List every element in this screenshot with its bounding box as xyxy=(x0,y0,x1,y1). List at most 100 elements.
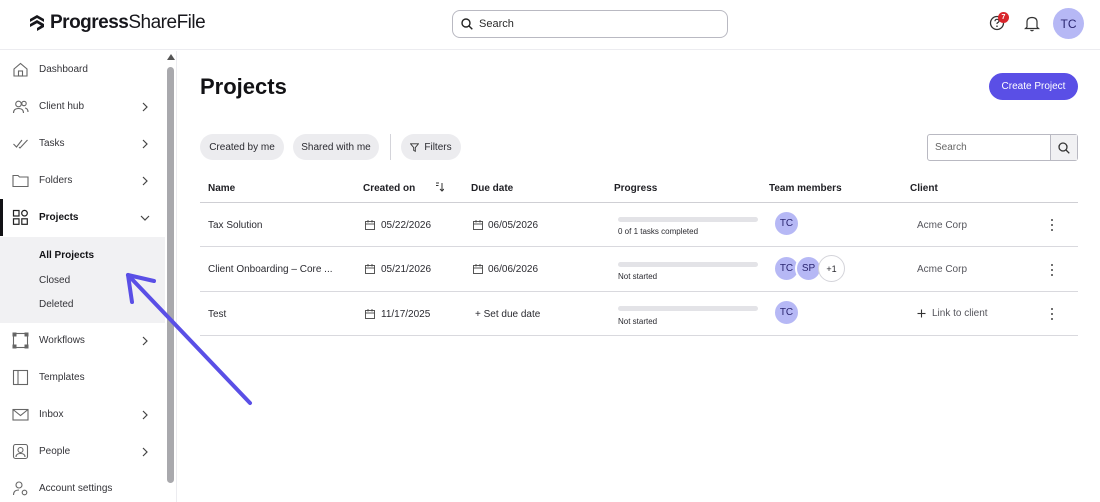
progress-bar xyxy=(618,306,758,311)
calendar-icon xyxy=(365,264,375,274)
sidebar-item-label: Projects xyxy=(39,212,79,223)
sidebar-item-people[interactable]: People xyxy=(0,433,165,470)
calendar-icon xyxy=(473,264,483,274)
sidebar-item-label: Account settings xyxy=(39,483,113,494)
mail-icon xyxy=(12,408,29,421)
submenu-closed[interactable]: Closed xyxy=(39,275,70,286)
workflow-icon xyxy=(12,332,29,349)
sidebar-item-projects[interactable]: Projects xyxy=(0,199,165,236)
chevron-right-icon xyxy=(142,102,148,111)
filters-label: Filters xyxy=(424,141,452,153)
submenu-deleted[interactable]: Deleted xyxy=(39,299,73,310)
bell-icon[interactable] xyxy=(1024,14,1040,32)
calendar-icon xyxy=(365,220,375,230)
projects-icon xyxy=(12,209,28,225)
projects-search-input[interactable] xyxy=(928,135,1050,160)
table-row[interactable]: Client Onboarding – Core ... 05/21/2026 … xyxy=(200,248,1078,292)
team-member-avatar[interactable]: TC xyxy=(773,299,800,326)
annotation-arrow-icon xyxy=(126,273,252,405)
search-icon xyxy=(1058,141,1070,154)
project-name[interactable]: Tax Solution xyxy=(208,220,262,231)
settings-icon xyxy=(12,481,28,496)
filter-divider xyxy=(390,134,391,160)
due-date[interactable]: 06/05/2026 xyxy=(488,220,538,231)
global-search-input[interactable] xyxy=(479,18,699,30)
progress-text: Not started xyxy=(618,272,658,281)
notification-badge: 7 xyxy=(998,12,1009,23)
sidebar-item-client-hub[interactable]: Client hub xyxy=(0,88,165,125)
sidebar-item-account-settings[interactable]: Account settings xyxy=(0,470,165,502)
column-header-created-on[interactable]: Created on xyxy=(363,183,415,194)
link-to-client-label: Link to client xyxy=(932,308,988,319)
client-name[interactable]: Acme Corp xyxy=(917,220,967,231)
set-due-date-link[interactable]: + Set due date xyxy=(475,309,540,320)
progress-bar xyxy=(618,262,758,267)
sidebar-item-label: Workflows xyxy=(39,335,85,346)
column-header-team-members: Team members xyxy=(769,183,842,194)
created-by-me-filter[interactable]: Created by me xyxy=(200,134,284,160)
sidebar-item-tasks[interactable]: Tasks xyxy=(0,125,165,162)
sidebar-item-label: Tasks xyxy=(39,138,65,149)
column-header-name[interactable]: Name xyxy=(208,183,235,194)
row-actions-menu-icon[interactable] xyxy=(1050,264,1054,276)
chevron-right-icon xyxy=(142,176,148,185)
column-header-due-date[interactable]: Due date xyxy=(471,183,513,194)
client-name[interactable]: Acme Corp xyxy=(917,264,967,275)
more-members-badge[interactable]: +1 xyxy=(818,255,845,282)
folder-icon xyxy=(12,174,29,188)
sidebar-item-label: Templates xyxy=(39,372,85,383)
brand-logo[interactable]: ProgressShareFile xyxy=(28,12,206,34)
plus-icon xyxy=(917,309,926,318)
sidebar-item-folders[interactable]: Folders xyxy=(0,162,165,199)
projects-search[interactable] xyxy=(927,134,1078,161)
created-on-date: 05/22/2026 xyxy=(381,220,432,231)
shared-with-me-filter[interactable]: Shared with me xyxy=(293,134,379,160)
due-date[interactable]: 06/06/2026 xyxy=(488,264,538,275)
sidebar-item-label: Inbox xyxy=(39,409,64,420)
brand-name-bold: Progress xyxy=(50,12,129,33)
chevron-right-icon xyxy=(142,410,148,419)
progress-bar xyxy=(618,217,758,222)
top-bar: ProgressShareFile 7 TC xyxy=(0,0,1100,50)
team-member-avatar[interactable]: TC xyxy=(773,210,800,237)
chevron-right-icon xyxy=(142,447,148,456)
sidebar-item-label: Client hub xyxy=(39,101,85,112)
sidebar-item-label: Dashboard xyxy=(39,64,88,75)
sort-descending-icon[interactable] xyxy=(435,182,444,192)
sidebar-item-label: Folders xyxy=(39,175,73,186)
column-header-progress: Progress xyxy=(614,183,658,194)
progress-text: 0 of 1 tasks completed xyxy=(618,227,699,236)
search-submit-button[interactable] xyxy=(1050,135,1077,160)
table-row[interactable]: Test 11/17/2025 + Set due date Not start… xyxy=(200,292,1078,336)
filter-icon xyxy=(410,142,420,152)
row-actions-menu-icon[interactable] xyxy=(1050,308,1054,320)
row-actions-menu-icon[interactable] xyxy=(1050,219,1054,231)
column-header-client: Client xyxy=(910,183,938,194)
people-icon xyxy=(12,100,29,114)
check-icon xyxy=(13,139,28,149)
brand-name-light: ShareFile xyxy=(128,12,206,33)
chevron-down-icon xyxy=(140,215,150,221)
table-row[interactable]: Tax Solution 05/22/2026 06/05/2026 0 of … xyxy=(200,203,1078,247)
home-icon xyxy=(13,62,28,77)
sidebar-item-dashboard[interactable]: Dashboard xyxy=(0,51,165,88)
created-on-date: 11/17/2025 xyxy=(381,309,431,320)
sidebar-item-label: People xyxy=(39,446,71,457)
user-avatar[interactable]: TC xyxy=(1053,8,1084,39)
filters-button[interactable]: Filters xyxy=(401,134,461,160)
table-header: Name Created on Due date Progress Team m… xyxy=(200,175,1078,203)
submenu-all-projects[interactable]: All Projects xyxy=(39,250,94,261)
page-title: Projects xyxy=(200,74,287,99)
template-icon xyxy=(12,369,29,386)
scroll-up-icon[interactable] xyxy=(167,54,175,60)
progress-text: Not started xyxy=(618,317,658,326)
calendar-icon xyxy=(473,220,483,230)
global-search[interactable] xyxy=(452,10,728,38)
progress-logo-icon xyxy=(30,15,44,31)
link-to-client-button[interactable]: Link to client xyxy=(917,308,988,319)
search-icon xyxy=(461,18,473,30)
created-on-date: 05/21/2026 xyxy=(381,264,432,275)
person-icon xyxy=(12,443,29,460)
create-project-button[interactable]: Create Project xyxy=(989,73,1078,100)
calendar-icon xyxy=(365,309,375,319)
